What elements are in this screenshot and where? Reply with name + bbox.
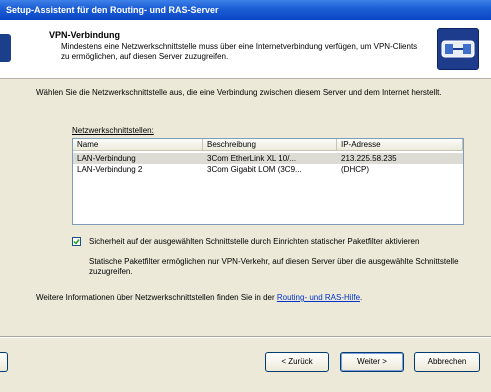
- column-header-description[interactable]: Beschreibung: [203, 139, 337, 151]
- back-button[interactable]: < Zurück: [265, 352, 329, 372]
- page-title: VPN-Verbindung: [49, 30, 121, 40]
- button-separator: [0, 336, 491, 338]
- row-name: LAN-Verbindung: [77, 154, 136, 163]
- clipped-left-button[interactable]: [0, 352, 8, 372]
- window-title: Setup-Assistent für den Routing- und RAS…: [6, 5, 219, 15]
- help-info-text: Weitere Informationen über Netzwerkschni…: [36, 293, 275, 302]
- listview-header: Name Beschreibung IP-Adresse: [73, 139, 463, 151]
- window-titlebar[interactable]: Setup-Assistent für den Routing- und RAS…: [0, 0, 491, 20]
- column-header-name[interactable]: Name: [73, 139, 203, 151]
- row-description: 3Com Gigabit LOM (3C9...: [207, 165, 302, 174]
- table-row[interactable]: LAN-Verbindung 2 3Com Gigabit LOM (3C9..…: [73, 164, 463, 175]
- cancel-button[interactable]: Abbrechen: [414, 352, 480, 372]
- next-button[interactable]: Weiter >: [340, 352, 404, 372]
- wizard-header: VPN-Verbindung Mindestens eine Netzwerks…: [0, 20, 491, 79]
- security-description: Statische Paketfilter ermöglichen nur VP…: [89, 257, 459, 276]
- column-header-ip[interactable]: IP-Adresse: [337, 139, 463, 151]
- intro-text: Wählen Sie die Netzwerkschnittstelle aus…: [36, 88, 442, 97]
- table-row[interactable]: LAN-Verbindung 3Com EtherLink XL 10/... …: [73, 153, 463, 164]
- vpn-network-icon: [437, 28, 479, 70]
- page-description: Mindestens eine Netzwerkschnittstelle mu…: [61, 42, 418, 61]
- row-name: LAN-Verbindung 2: [77, 165, 143, 174]
- interfaces-label: Netzwerkschnittstellen:: [72, 126, 154, 135]
- row-description: 3Com EtherLink XL 10/...: [207, 154, 297, 163]
- help-info-suffix: .: [360, 293, 363, 302]
- help-link[interactable]: Routing- und RAS-Hilfe: [277, 293, 360, 302]
- help-info: Weitere Informationen über Netzwerkschni…: [36, 293, 362, 303]
- row-ip: (DHCP): [341, 165, 369, 174]
- checkmark-icon: [73, 239, 80, 245]
- row-ip: 213.225.58.235: [341, 154, 397, 163]
- wizard-side-icon: [0, 34, 11, 62]
- interfaces-listview[interactable]: Name Beschreibung IP-Adresse LAN-Verbind…: [72, 138, 464, 225]
- security-checkbox-label[interactable]: Sicherheit auf der ausgewählten Schnitts…: [89, 237, 474, 247]
- security-checkbox[interactable]: [72, 237, 81, 246]
